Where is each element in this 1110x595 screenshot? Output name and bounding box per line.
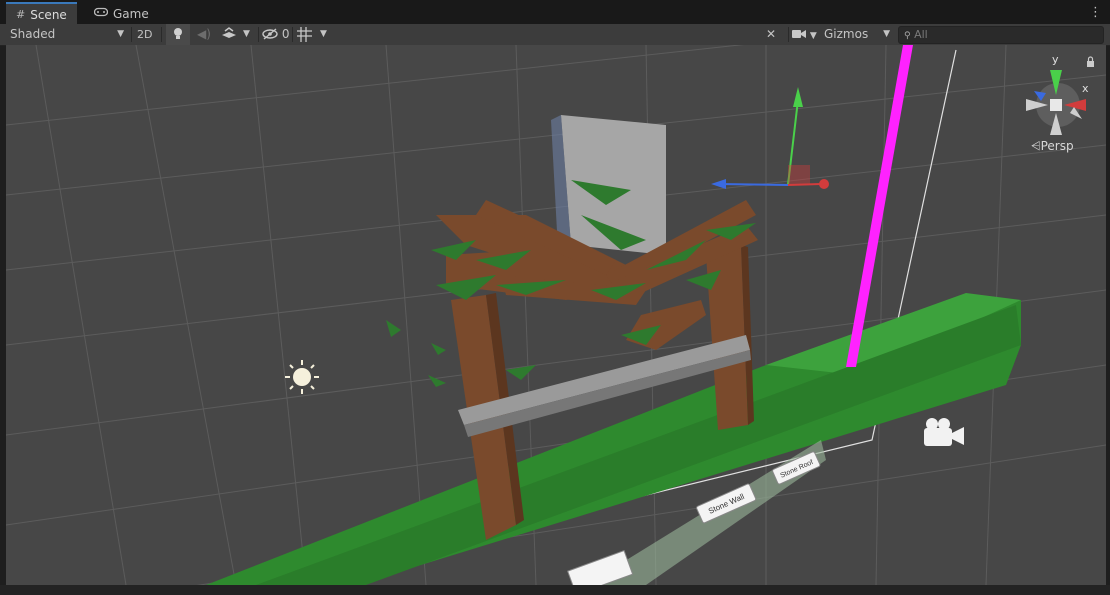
projection-mode-label[interactable]: ⩤Persp	[1031, 139, 1074, 153]
ground-platform[interactable]	[206, 293, 1021, 585]
lock-icon[interactable]	[1087, 56, 1094, 67]
chevron-down-icon: ▼	[809, 31, 817, 41]
gamepad-icon	[93, 4, 109, 24]
scene-toolbar: Shaded ▼ 2D ◀) ▼ 0 ▼ ✕ ▼ Gizmos ▼ ⚲ All	[0, 24, 1110, 46]
tools-button[interactable]: ✕	[766, 24, 784, 45]
camera-icon[interactable]	[924, 418, 964, 446]
lighting-toggle-button[interactable]	[166, 24, 190, 45]
projection-icon: ⩤	[1031, 139, 1041, 153]
axis-x-label: x	[1082, 82, 1089, 95]
lightbulb-icon	[174, 28, 182, 39]
projection-text: Persp	[1041, 139, 1074, 153]
divider	[788, 27, 789, 42]
tab-scene[interactable]: # Scene	[6, 2, 77, 26]
axis-y-label: y	[1052, 53, 1059, 66]
speaker-icon: ◀)	[197, 27, 211, 41]
gizmos-label: Gizmos	[824, 27, 869, 41]
tab-game[interactable]: Game	[84, 4, 159, 24]
transform-gizmo[interactable]	[711, 87, 829, 189]
grid-icon: #	[16, 8, 26, 21]
gizmos-dropdown[interactable]: Gizmos ▼	[824, 24, 890, 45]
chevron-down-icon: ▼	[117, 29, 124, 39]
eye-slash-icon	[262, 28, 278, 40]
divider	[131, 27, 132, 42]
scene-viewport[interactable]: Stone Wall Stone Roof y x ⩤Persp	[6, 45, 1106, 585]
search-placeholder: All	[914, 28, 928, 41]
divider	[258, 27, 259, 42]
shading-mode-dropdown[interactable]: Shaded ▼	[10, 24, 126, 45]
tab-scene-label: Scene	[30, 8, 67, 22]
effects-toggle-button[interactable]	[218, 24, 240, 45]
divider	[161, 27, 162, 42]
audio-toggle-button[interactable]: ◀)	[194, 24, 214, 45]
panel-menu-icon[interactable]: ⋮	[1089, 5, 1102, 20]
shading-mode-label: Shaded	[10, 27, 56, 41]
tab-bar: # Scene Game ⋮	[0, 0, 1110, 26]
tab-game-label: Game	[113, 7, 149, 21]
grid-toggle-button[interactable]	[297, 24, 315, 45]
sun-light-icon[interactable]	[285, 360, 319, 394]
video-camera-icon	[792, 30, 806, 38]
search-icon: ⚲	[904, 31, 911, 41]
orientation-gizmo[interactable]: y x	[1026, 53, 1089, 135]
scene-canvas: Stone Wall Stone Roof y x ⩤Persp	[6, 45, 1106, 585]
2d-toggle-button[interactable]: 2D	[137, 24, 157, 45]
lower-panel-strip	[0, 585, 1110, 595]
scene-search-input[interactable]: ⚲ All	[898, 26, 1104, 44]
hidden-objects-toggle[interactable]: 0	[262, 24, 290, 45]
grid-snap-icon	[297, 27, 312, 42]
chevron-down-icon: ▼	[883, 29, 890, 39]
grid-dropdown-chevron-icon[interactable]: ▼	[320, 24, 332, 45]
camera-settings-dropdown[interactable]: ▼	[792, 24, 820, 45]
hidden-count: 0	[281, 27, 290, 41]
effects-dropdown-chevron-icon[interactable]: ▼	[243, 24, 255, 45]
effects-layers-icon	[222, 27, 236, 38]
tools-icon: ✕	[766, 27, 777, 41]
divider	[292, 27, 293, 42]
